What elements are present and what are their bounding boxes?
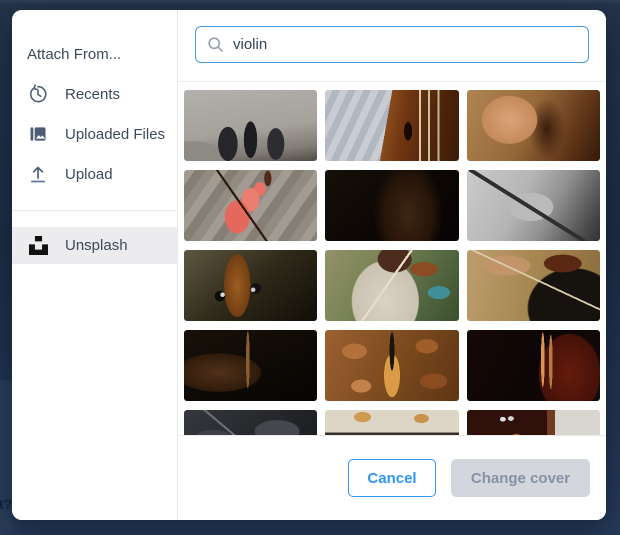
search-area <box>178 10 606 81</box>
sidebar-item-unsplash[interactable]: Unsplash <box>12 227 177 264</box>
unsplash-photo-man-playing-violin[interactable] <box>466 250 600 321</box>
image-library-icon <box>28 124 48 144</box>
unsplash-photo-violinist-bw[interactable] <box>466 170 600 241</box>
modal-footer: Cancel Change cover <box>178 436 606 520</box>
sidebar-item-uploaded-files[interactable]: Uploaded Files <box>12 114 177 154</box>
unsplash-photo-violin-on-dry-leaves[interactable] <box>325 330 459 401</box>
background-clipped-text: t? <box>0 496 13 512</box>
attach-content: Cancel Change cover <box>178 10 606 520</box>
sidebar-item-upload[interactable]: Upload <box>12 154 177 194</box>
unsplash-photo-violin-on-wood-table[interactable] <box>325 90 459 161</box>
unsplash-photo-street-musicians-bw[interactable] <box>184 90 318 161</box>
change-cover-button[interactable]: Change cover <box>451 459 590 497</box>
upload-arrow-icon <box>28 164 48 184</box>
unsplash-photo-violin-in-darkness[interactable] <box>325 170 459 241</box>
sidebar-item-recents[interactable]: Recents <box>12 74 177 114</box>
unsplash-photo-red-violin-on-planks[interactable] <box>184 170 318 241</box>
unsplash-photo-violin-on-dark-fabric[interactable] <box>184 410 318 435</box>
sidebar-item-label: Unsplash <box>65 237 128 254</box>
unsplash-photo-violin-and-piano-keys[interactable] <box>466 410 600 435</box>
unsplash-photo-woman-playing-violin[interactable] <box>325 250 459 321</box>
sidebar-item-label: Upload <box>65 165 113 183</box>
results-scroll-area[interactable] <box>178 82 606 435</box>
unsplash-photo-hand-on-violin-neck[interactable] <box>466 90 600 161</box>
sidebar-divider <box>12 210 177 211</box>
attach-from-modal: Attach From... Recents Uploaded Files Up… <box>12 10 606 520</box>
unsplash-photo-cello-in-red-light[interactable] <box>466 330 600 401</box>
unsplash-results-grid <box>184 90 600 435</box>
sidebar-item-label: Uploaded Files <box>65 125 166 143</box>
unsplash-photo-violin-body-dark[interactable] <box>184 330 318 401</box>
attach-from-heading: Attach From... <box>27 46 122 63</box>
attach-sidebar: Attach From... Recents Uploaded Files Up… <box>12 10 178 520</box>
unsplash-photo-cello-scroll[interactable] <box>184 250 318 321</box>
history-icon <box>28 84 48 104</box>
unsplash-photo-violin-leaning-on-piano[interactable] <box>325 410 459 435</box>
cancel-button[interactable]: Cancel <box>348 459 436 497</box>
search-input[interactable] <box>195 26 589 63</box>
unsplash-logo-icon <box>28 236 48 256</box>
sidebar-item-label: Recents <box>65 85 121 103</box>
